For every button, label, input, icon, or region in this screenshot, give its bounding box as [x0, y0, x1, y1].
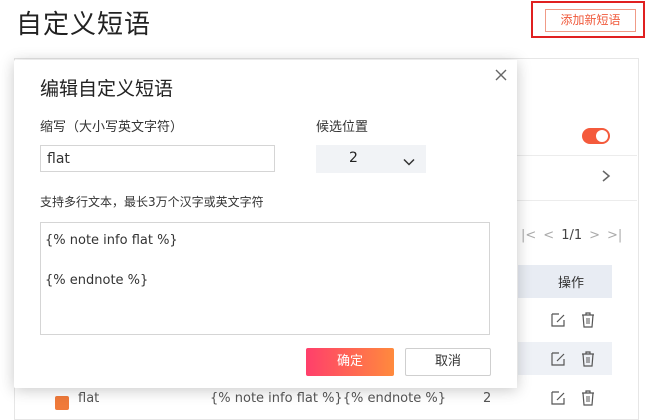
- phrase-text-area[interactable]: {% note info flat %} {% endnote %}: [40, 222, 490, 335]
- text-line: {% note info flat %}: [45, 233, 178, 248]
- abbr-input[interactable]: [40, 145, 275, 172]
- text-line: {% endnote %}: [45, 273, 149, 288]
- edit-icon[interactable]: [550, 312, 566, 328]
- chevron-down-icon: [403, 153, 415, 166]
- enable-toggle[interactable]: [582, 128, 610, 144]
- next-page-button[interactable]: >: [589, 228, 600, 243]
- page-title: 自定义短语: [16, 10, 152, 40]
- last-page-button[interactable]: >|: [607, 228, 622, 243]
- edit-phrase-dialog: 编辑自定义短语 缩写（大小写英文字符） 候选位置 2 支持多行文本，最长3万个汉…: [14, 60, 517, 388]
- highlight-frame: 添加新短语: [531, 1, 645, 38]
- position-select[interactable]: 2: [316, 145, 426, 173]
- dialog-title: 编辑自定义短语: [40, 78, 174, 100]
- row-text: {% note info flat %}{% endnote %}: [210, 391, 446, 406]
- row-position: 2: [483, 391, 492, 406]
- abbr-label: 缩写（大小写英文字符）: [40, 120, 184, 135]
- trash-icon[interactable]: [580, 390, 596, 406]
- text-line: [45, 250, 489, 272]
- close-icon[interactable]: [493, 67, 509, 83]
- cancel-button[interactable]: 取消: [405, 348, 491, 376]
- text-label: 支持多行文本，最长3万个汉字或英文字符: [40, 195, 264, 209]
- row-abbr: flat: [78, 391, 100, 406]
- row-checkbox[interactable]: [55, 396, 69, 410]
- position-label: 候选位置: [316, 120, 369, 135]
- position-value: 2: [349, 150, 358, 166]
- add-phrase-button[interactable]: 添加新短语: [545, 9, 636, 32]
- prev-page-button[interactable]: <: [543, 228, 554, 243]
- ops-column-header: 操作: [558, 276, 585, 291]
- edit-icon[interactable]: [550, 351, 566, 367]
- confirm-button[interactable]: 确定: [306, 348, 394, 376]
- first-page-button[interactable]: |<: [521, 228, 536, 243]
- trash-icon[interactable]: [580, 351, 596, 367]
- pagination: |< < 1/1 > >|: [521, 226, 629, 244]
- edit-icon[interactable]: [550, 390, 566, 406]
- chevron-right-icon[interactable]: [598, 168, 614, 184]
- page-indicator: 1/1: [561, 227, 583, 243]
- trash-icon[interactable]: [580, 312, 596, 328]
